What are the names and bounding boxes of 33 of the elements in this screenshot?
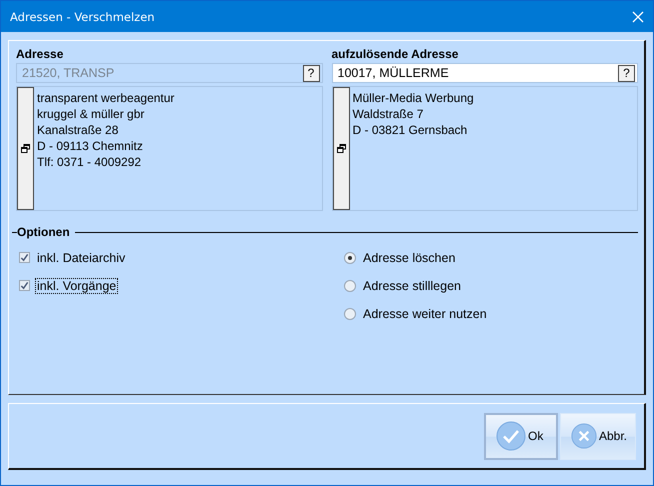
address-line: Tlf: 0371 - 4009292 [37, 154, 142, 170]
address-label: Adresse [16, 46, 64, 63]
group-title: Optionen [17, 225, 70, 239]
close-icon[interactable] [632, 10, 644, 22]
windows-icon [336, 144, 346, 153]
radio-button[interactable] [344, 252, 356, 264]
checkbox[interactable] [19, 280, 30, 291]
address-line: Müller-Media Werbung [352, 90, 474, 106]
checkbox-label[interactable]: inkl. Vorgänge [36, 278, 118, 292]
radio-button[interactable] [344, 308, 356, 320]
radio-label[interactable]: Adresse stilllegen [362, 278, 462, 292]
close-icon [571, 421, 597, 451]
windows-icon [21, 144, 30, 153]
expand-button[interactable] [332, 87, 350, 210]
radio-label[interactable]: Adresse löschen [362, 250, 456, 264]
checkbox-label[interactable]: inkl. Dateiarchiv [36, 250, 126, 264]
lookup-button[interactable]: ? [618, 64, 635, 82]
radio-button[interactable] [344, 280, 356, 292]
address-field[interactable]: 10017, MÜLLERME ? [332, 63, 638, 83]
radio-label[interactable]: Adresse weiter nutzen [362, 306, 488, 320]
address-line: Kanalstraße 28 [37, 122, 120, 138]
expand-button[interactable] [17, 87, 34, 210]
check-icon [496, 421, 526, 451]
address-label: aufzulösende Adresse [332, 46, 460, 63]
cancel-button[interactable]: Abbr. [560, 412, 636, 460]
ok-button[interactable]: Ok [484, 412, 558, 460]
checkbox[interactable] [19, 252, 30, 263]
window-title: Adressen - Verschmelzen [10, 10, 155, 24]
address-line: D - 09113 Chemnitz [37, 138, 144, 154]
address-line: D - 03821 Gernsbach [352, 122, 468, 138]
address-line: kruggel & müller gbr [37, 106, 146, 122]
address-line: Waldstraße 7 [352, 106, 424, 122]
address-line: transparent werbeagentur [37, 90, 174, 106]
